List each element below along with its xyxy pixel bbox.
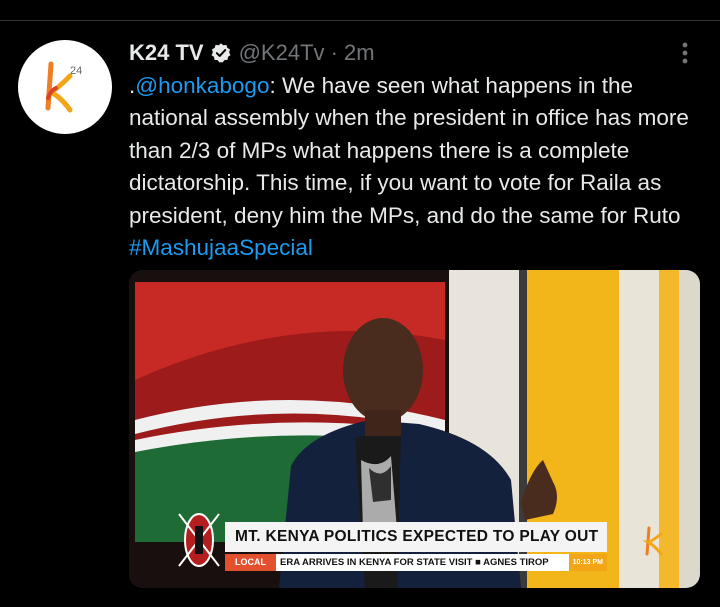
headline-text: MT. KENYA POLITICS EXPECTED TO PLAY OUT xyxy=(235,528,599,545)
tweet-header: K24 TV @K24Tv · 2m xyxy=(129,38,375,68)
top-divider xyxy=(0,20,720,21)
tweet-media[interactable]: MT. KENYA POLITICS EXPECTED TO PLAY OUT … xyxy=(129,270,700,588)
hashtag-link[interactable]: #MashujaaSpecial xyxy=(129,235,313,260)
news-ticker: LOCAL ERA ARRIVES IN KENYA FOR STATE VIS… xyxy=(225,554,607,571)
svg-text:24: 24 xyxy=(70,65,82,77)
ticker-tag: LOCAL xyxy=(225,554,276,571)
handle-and-timestamp[interactable]: @K24Tv · 2m xyxy=(239,40,375,66)
headline-bar: MT. KENYA POLITICS EXPECTED TO PLAY OUT xyxy=(225,522,607,552)
author-name[interactable]: K24 TV xyxy=(129,40,204,66)
mention-link[interactable]: @honkabogo xyxy=(135,73,269,98)
tweet-text: .@honkabogo: We have seen what happens i… xyxy=(129,70,699,264)
ticker-clock: 10:13 PM xyxy=(568,554,607,571)
more-vertical-icon[interactable] xyxy=(676,40,694,66)
ticker-text: ERA ARRIVES IN KENYA FOR STATE VISIT ■ A… xyxy=(280,557,549,568)
avatar[interactable]: 24 xyxy=(18,40,112,134)
kenya-emblem-icon xyxy=(178,513,220,567)
k24-watermark-icon xyxy=(642,526,663,556)
verified-badge-icon xyxy=(211,43,231,63)
k24-logo-icon: 24 xyxy=(45,61,82,113)
